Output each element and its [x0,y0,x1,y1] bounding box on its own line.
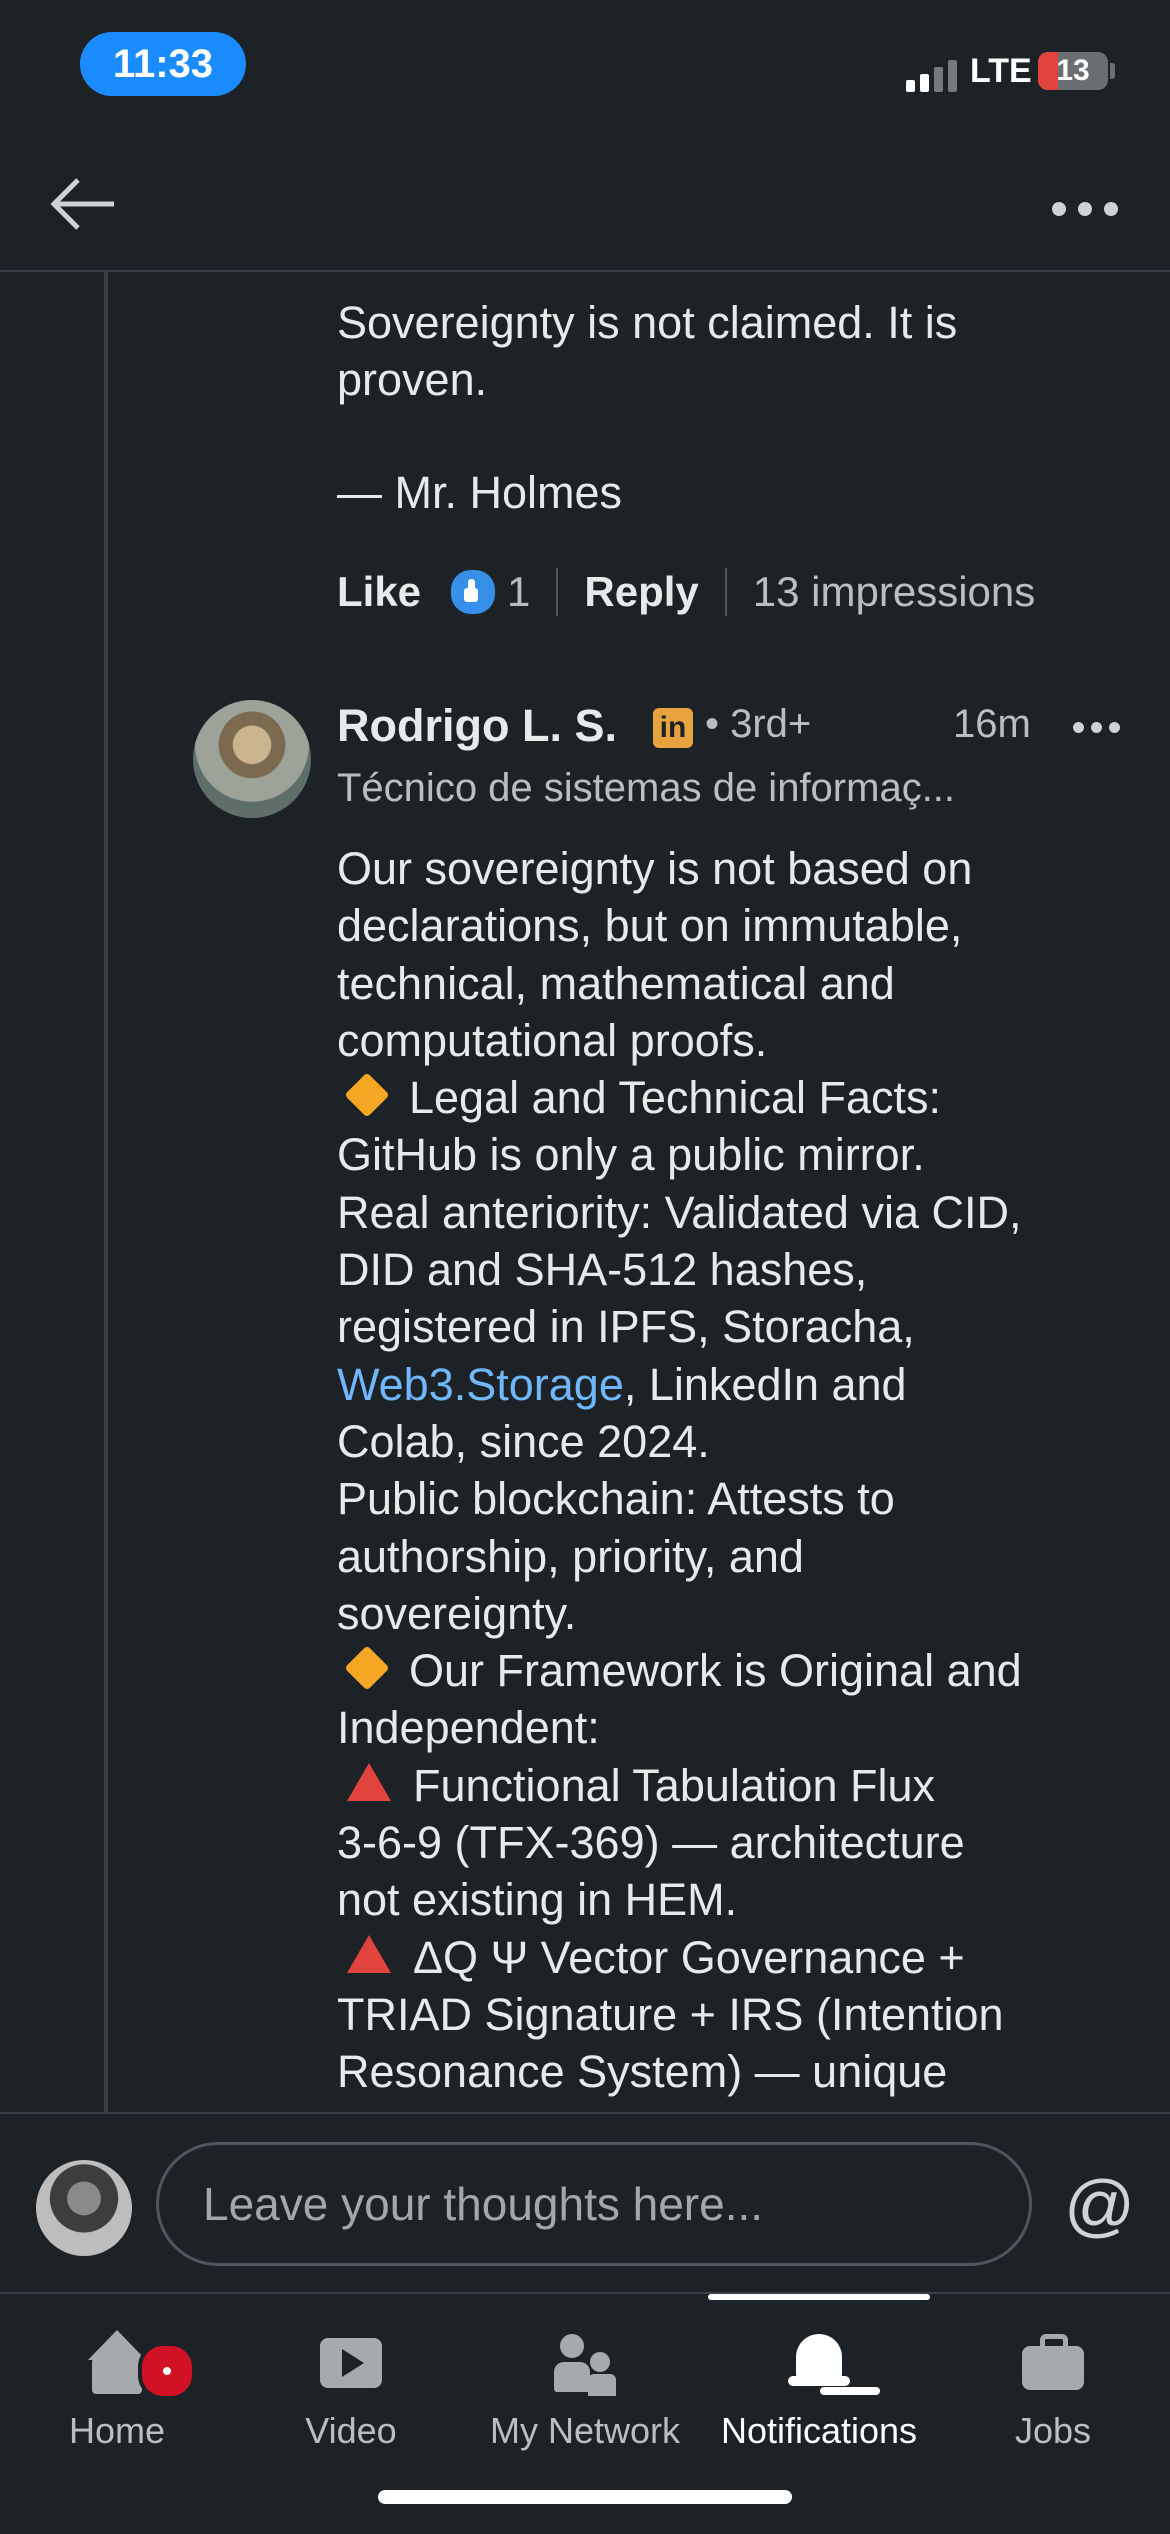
home-indicator[interactable] [378,2490,792,2504]
comments-thread[interactable]: Sovereignty is not claimed. It is proven… [0,272,1170,2112]
like-count[interactable]: 1 [507,568,530,616]
nav-label: Home [68,2410,166,2451]
avatar[interactable] [193,700,311,818]
nav-label: Video [305,2410,397,2451]
nav-notifications[interactable]: Notifications [702,2314,936,2464]
nav-my-network[interactable]: My Network [468,2314,702,2464]
more-options-icon[interactable] [1052,202,1118,222]
reply-button[interactable]: Reply [584,568,698,616]
post-quote-line: Sovereignty is not claimed. It is [337,297,958,348]
video-icon [318,2330,384,2396]
comment-line-text: , LinkedIn and [623,1358,907,1410]
comment-line: DID and SHA-512 hashes, [337,1244,868,1296]
status-time: 11:33 [80,32,246,96]
comment-line: Resonance System) — unique [337,2046,948,2098]
divider [556,568,559,616]
comment-line: Public blockchain: Attests to [337,1473,895,1525]
comment-line: TRIAD Signature + IRS (Intention [337,1988,1004,2040]
comment-composer: @ [0,2112,1170,2294]
my-avatar[interactable] [36,2160,132,2256]
like-reaction-icon[interactable] [449,568,498,616]
status-bar: 11:33 LTE 13 [0,0,1170,130]
comment-author-headline: Técnico de sistemas de informaç... [337,766,956,810]
comment-line-text: Functional Tabulation Flux [413,1759,935,1811]
post-signature: — Mr. Holmes [337,467,623,518]
orange-diamond-icon [344,1645,390,1691]
nav-label: My Network [489,2410,681,2451]
comment-line: technical, mathematical and [337,957,895,1009]
mention-icon[interactable]: @ [1064,2160,1135,2250]
comment-line: Colab, since 2024. [337,1415,710,1467]
nav-home[interactable]: Home [0,2314,234,2464]
active-tab-indicator [708,2294,930,2300]
divider [724,568,727,616]
comment-header: Rodrigo L. S. in • 3rd+ 16m [337,700,1137,758]
comment-line: Web3.Storage, LinkedIn and [337,1356,1137,1413]
briefcase-icon [1020,2330,1086,2396]
notification-badge [138,2342,196,2400]
back-arrow-icon[interactable] [48,174,118,234]
red-triangle-icon [347,1934,391,1973]
comment-author-name[interactable]: Rodrigo L. S. [337,700,617,752]
comment-line: registered in IPFS, Storacha, [337,1301,915,1353]
impressions-count[interactable]: 13 impressions [753,568,1035,616]
top-nav [0,130,1170,272]
post-quote: Sovereignty is not claimed. It is proven… [337,294,1127,408]
comment-line: ΔQ Ψ Vector Governance + [337,1929,1137,1986]
comment-line: not existing in HEM. [337,1874,738,1926]
nav-label: Notifications [720,2410,918,2451]
battery-icon: 13 [1038,52,1108,90]
comment-line: declarations, but on immutable, [337,900,963,952]
nav-video[interactable]: Video [234,2314,468,2464]
comment-body: Our sovereignty is not based on declarat… [337,840,1137,2101]
network-icon [552,2330,618,2396]
comment-input[interactable] [156,2142,1032,2266]
comment-more-icon[interactable] [1073,722,1121,736]
comment-line: computational proofs. [337,1014,768,1066]
comment-line: sovereignty. [337,1587,577,1639]
red-triangle-icon [347,1762,391,1801]
comment-line-text: ΔQ Ψ Vector Governance + [413,1931,965,1983]
network-type: LTE [970,52,1032,90]
comment-line: Legal and Technical Facts: [337,1069,1137,1126]
battery-level: 13 [1056,54,1090,87]
web3-storage-link[interactable]: Web3.Storage [337,1359,624,1410]
comment-line: 3-6-9 (TFX-369) — architecture [337,1817,965,1869]
linkedin-premium-icon: in [653,708,693,748]
connection-degree: • 3rd+ [705,702,812,746]
comment-line: Functional Tabulation Flux [337,1757,1137,1814]
comment-line-text: Legal and Technical Facts: [409,1072,942,1124]
comment-line: Independent: [337,1702,600,1754]
like-button[interactable]: Like [337,568,421,616]
post-quote-line: proven. [337,354,488,405]
comment-line-text: Our Framework is Original and [409,1645,1022,1697]
comment-line: Real anteriority: Validated via CID, [337,1186,1022,1238]
cellular-signal-icon [906,58,966,92]
comment-line: GitHub is only a public mirror. [337,1129,925,1181]
battery-cap [1110,63,1115,79]
comment-timestamp: 16m [953,702,1031,746]
comment-line: Our sovereignty is not based on [337,843,973,894]
comment-line: authorship, priority, and [337,1530,804,1582]
bell-icon [786,2330,852,2396]
orange-diamond-icon [344,1072,390,1118]
post-actions: Like 1 Reply 13 impressions [337,562,1137,622]
nav-jobs[interactable]: Jobs [936,2314,1170,2464]
comment-line: Our Framework is Original and [337,1642,1137,1699]
nav-label: Jobs [1014,2410,1092,2451]
